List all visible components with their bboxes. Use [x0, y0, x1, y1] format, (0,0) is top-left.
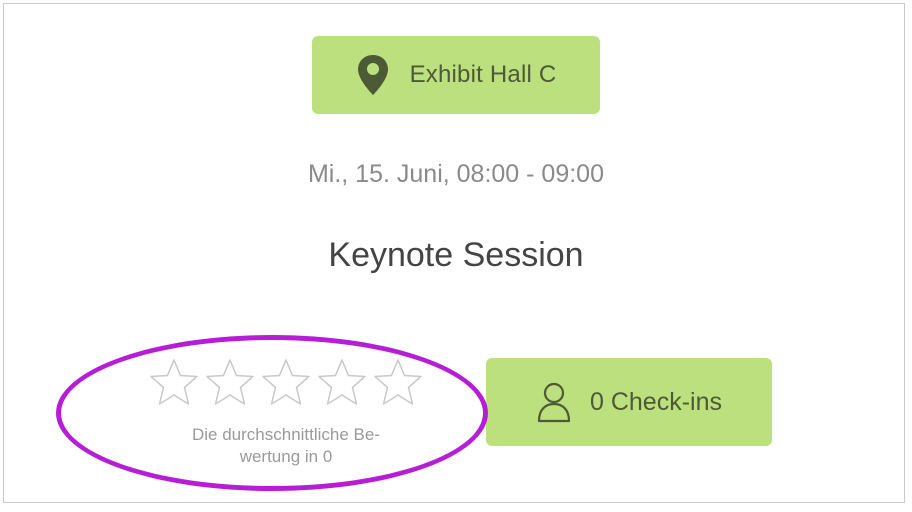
checkins-label: 0 Check-ins — [590, 387, 722, 416]
location-label: Exhibit Hall C — [409, 61, 557, 88]
checkins-button[interactable]: 0 Check-ins — [486, 358, 772, 446]
highlight-annotation — [56, 335, 488, 491]
session-title: Keynote Session — [328, 236, 584, 274]
location-button[interactable]: Exhibit Hall C — [312, 36, 600, 114]
session-datetime: Mi., 15. Juni, 08:00 - 09:00 — [307, 160, 604, 188]
map-pin-icon — [357, 55, 388, 95]
person-icon — [537, 382, 571, 423]
